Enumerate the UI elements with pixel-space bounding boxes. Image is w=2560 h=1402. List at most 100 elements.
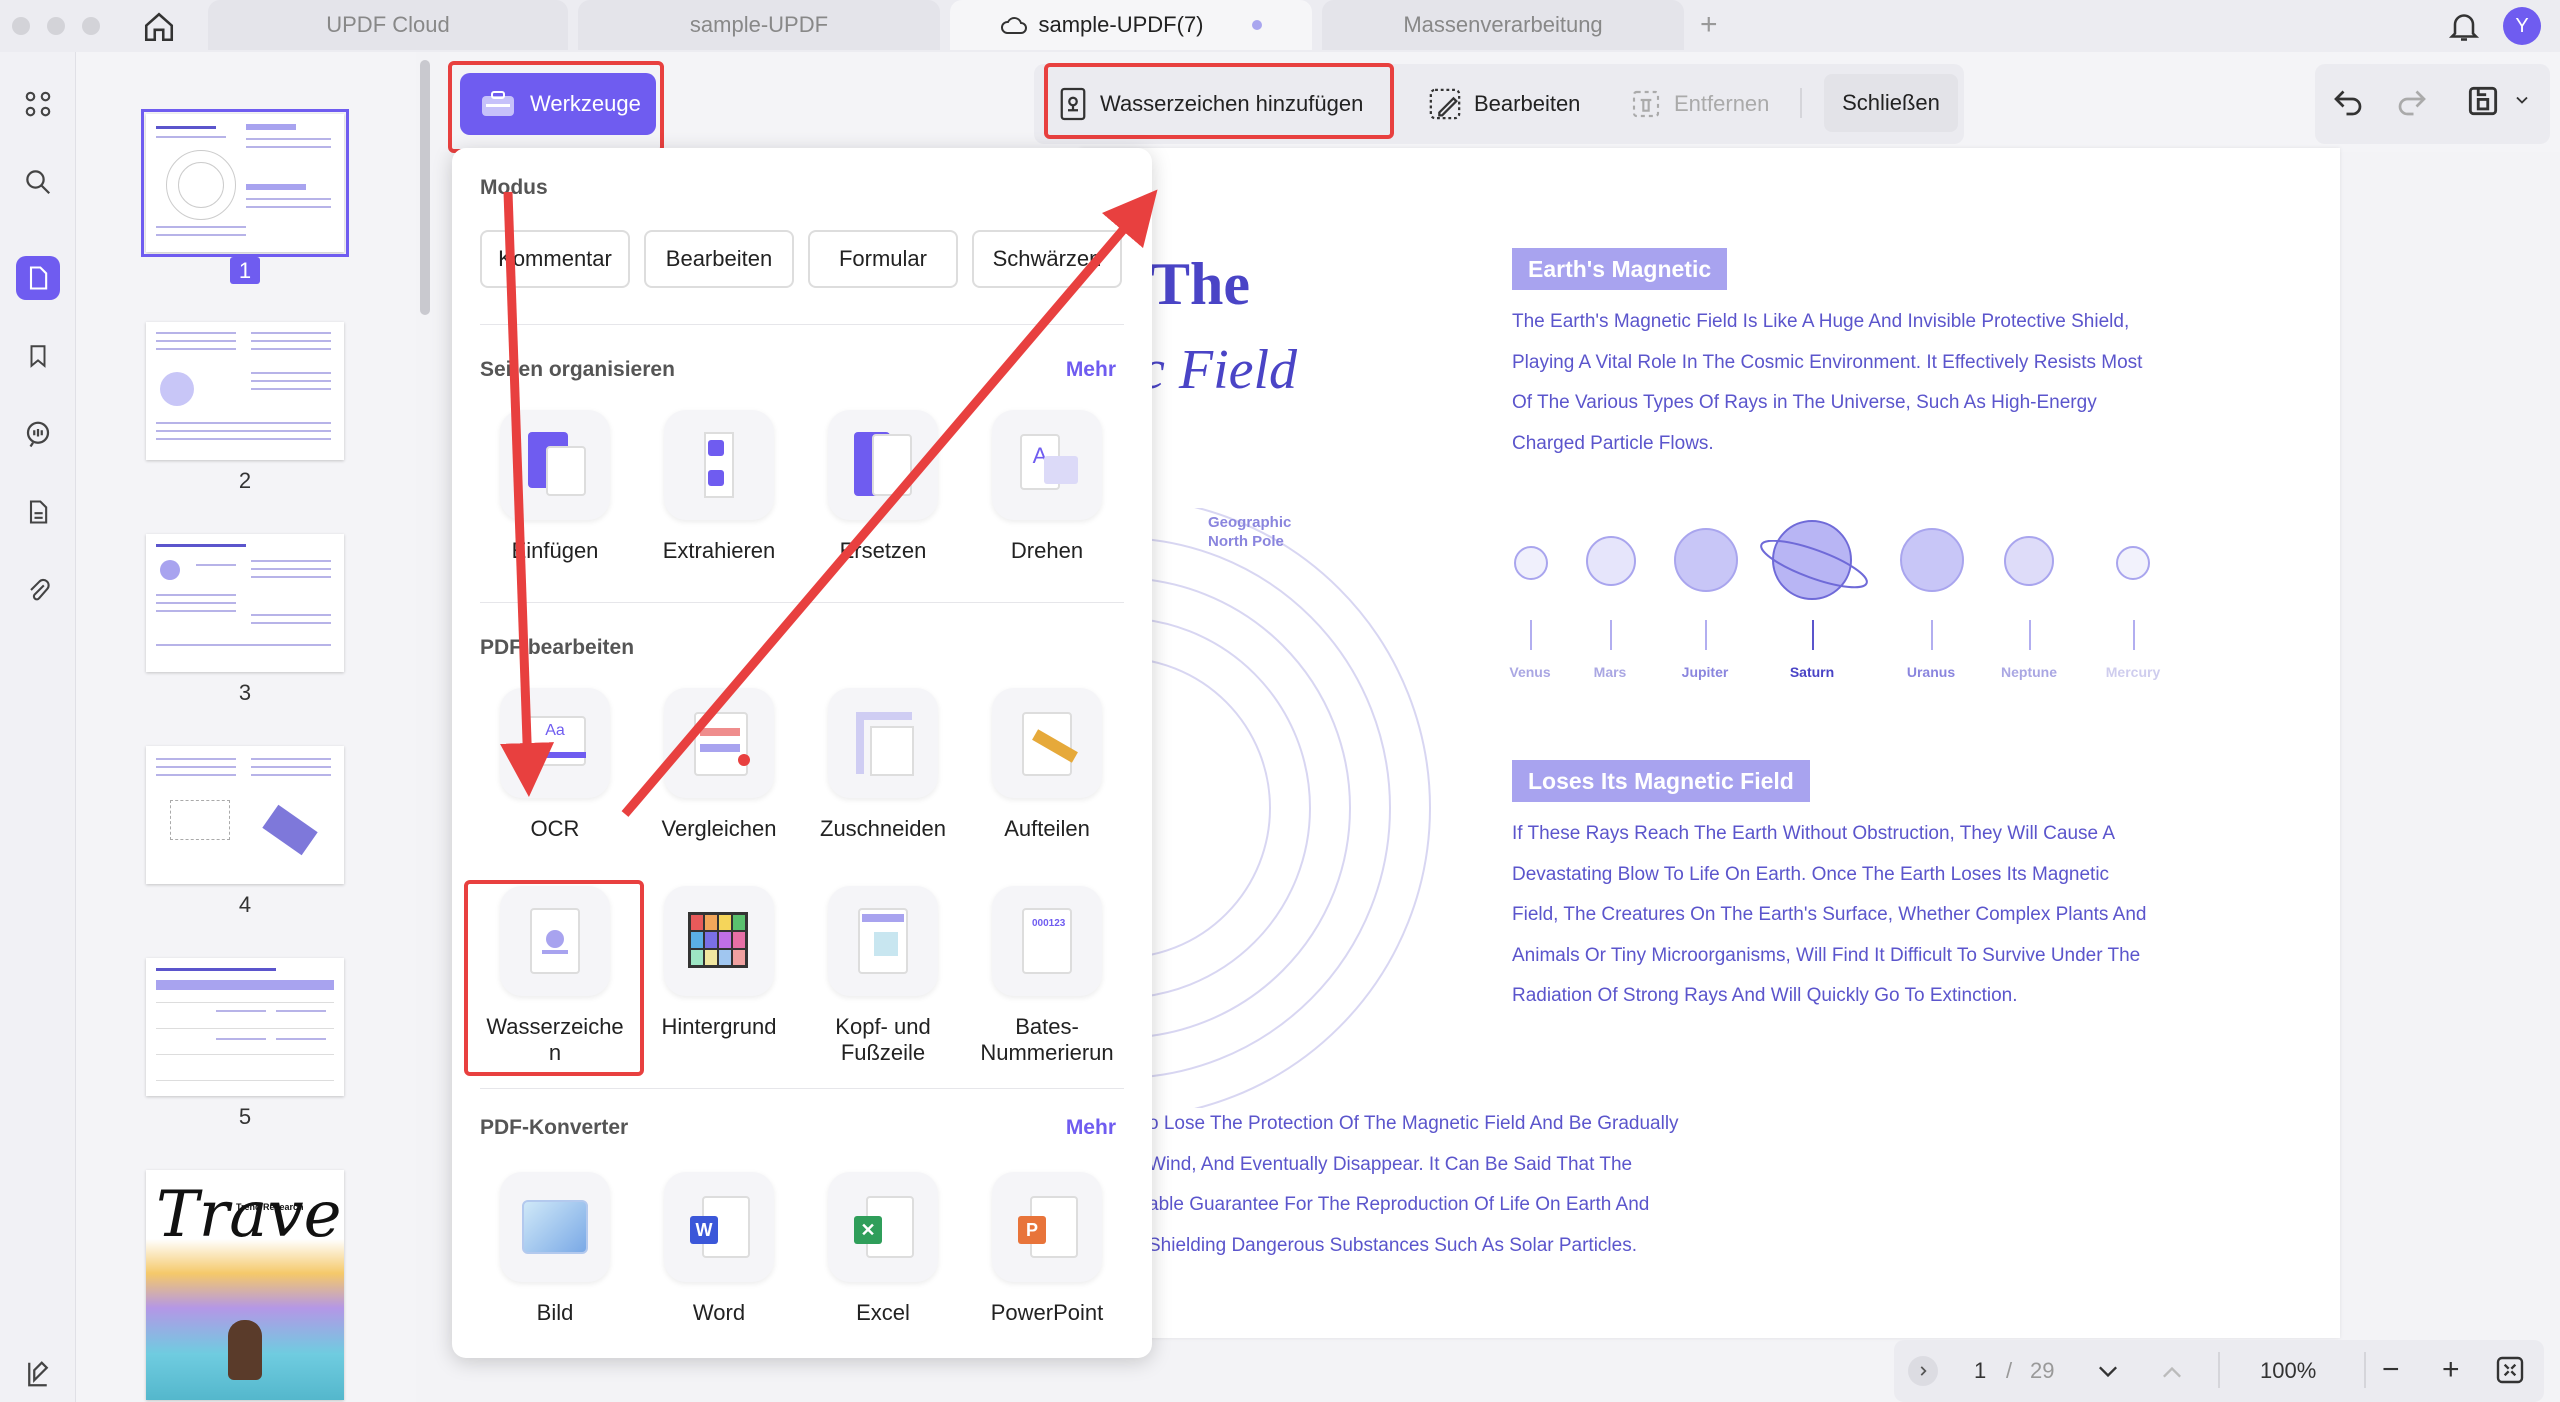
- avatar[interactable]: Y: [2503, 7, 2541, 45]
- title-bar: UPDF Cloud sample-UPDF sample-UPDF(7) Ma…: [0, 0, 2560, 52]
- zoom-out-icon[interactable]: −: [2382, 1355, 2400, 1385]
- search-icon[interactable]: [16, 160, 60, 204]
- remove-watermark-button[interactable]: Entfernen: [1630, 73, 1769, 135]
- page-separator: /: [2006, 1358, 2013, 1383]
- mode-button-formular[interactable]: Formular: [808, 230, 958, 288]
- tool-einfuegen[interactable]: Einfügen: [470, 410, 640, 564]
- tool-zuschneiden[interactable]: Zuschneiden: [798, 688, 968, 842]
- tool-drehen[interactable]: A Drehen: [962, 410, 1132, 564]
- planet-mercury: [2116, 546, 2150, 580]
- geographic-north-pole-label: Geographic North Pole: [1208, 514, 1292, 550]
- tab-sample-updf-7[interactable]: sample-UPDF(7): [950, 0, 1312, 50]
- excel-icon: ✕: [828, 1172, 938, 1282]
- bell-icon[interactable]: [2446, 8, 2482, 44]
- compare-icon: [664, 688, 774, 798]
- converter-more-link[interactable]: Mehr: [1066, 1116, 1116, 1140]
- add-tab-icon[interactable]: +: [1700, 8, 1718, 42]
- tool-label: Vergleichen: [661, 816, 777, 841]
- chevron-down-icon[interactable]: [2512, 90, 2532, 115]
- unsaved-dot-icon: [1251, 20, 1262, 30]
- organize-more-link[interactable]: Mehr: [1066, 358, 1116, 382]
- tool-hintergrund[interactable]: Hintergrund: [634, 886, 804, 1040]
- tool-word[interactable]: W Word: [634, 1172, 804, 1326]
- edit-watermark-button[interactable]: Bearbeiten: [1428, 73, 1580, 135]
- powerpoint-icon: P: [992, 1172, 1102, 1282]
- bookmark-icon[interactable]: [16, 334, 60, 378]
- page-number-1: 1: [146, 257, 344, 284]
- fit-page-icon[interactable]: [2494, 1354, 2526, 1391]
- layers-icon[interactable]: [16, 1352, 60, 1396]
- tool-bild[interactable]: Bild: [470, 1172, 640, 1326]
- pages-icon[interactable]: [16, 256, 60, 300]
- page-thumbnail-6[interactable]: Travel Trend Research: [146, 1170, 344, 1400]
- window-minimize-button[interactable]: [47, 17, 65, 35]
- expand-icon[interactable]: [1908, 1356, 1938, 1386]
- attachment-icon[interactable]: [16, 568, 60, 612]
- tab-label: UPDF Cloud: [326, 12, 450, 37]
- tool-label: Drehen: [1010, 538, 1084, 563]
- zoom-in-icon[interactable]: +: [2442, 1355, 2460, 1385]
- word-icon: W: [664, 1172, 774, 1282]
- close-watermark-button[interactable]: Schließen: [1824, 74, 1958, 132]
- section-title-converter: PDF-Konverter: [480, 1116, 629, 1139]
- mode-button-kommentar[interactable]: Kommentar: [480, 230, 630, 288]
- thumbnail-scrollbar[interactable]: [420, 60, 430, 315]
- planet-line: [1812, 620, 1814, 650]
- window-close-button[interactable]: [12, 17, 30, 35]
- page-navigation-bar: 1 / 29 100% − +: [1894, 1340, 2544, 1402]
- redo-icon[interactable]: [2394, 84, 2430, 125]
- undo-icon[interactable]: [2330, 84, 2366, 125]
- document-icon[interactable]: [16, 490, 60, 534]
- planet-line: [1610, 620, 1612, 650]
- section-title-modus: Modus: [480, 176, 548, 199]
- divider: [480, 602, 1124, 603]
- tool-bates-nummerierung[interactable]: 000123 Bates- Nummerierun: [962, 886, 1132, 1066]
- pdf-page[interactable]: The c Field Earth's Magnetic The Earth's…: [1080, 148, 2340, 1338]
- tool-ocr[interactable]: Aa OCR: [470, 688, 640, 842]
- tool-vergleichen[interactable]: Vergleichen: [634, 688, 804, 842]
- save-icon[interactable]: [2464, 82, 2502, 125]
- tab-updf-cloud[interactable]: UPDF Cloud: [208, 0, 568, 50]
- current-page-input[interactable]: 1: [1974, 1358, 1986, 1384]
- close-label: Schließen: [1842, 90, 1940, 115]
- doc-badge-loses-magnetic: Loses Its Magnetic Field: [1512, 760, 1810, 802]
- tool-ersetzen[interactable]: Ersetzen: [798, 410, 968, 564]
- page-thumbnail-2[interactable]: [146, 322, 344, 460]
- mode-button-bearbeiten[interactable]: Bearbeiten: [644, 230, 794, 288]
- tool-label: Ersetzen: [839, 538, 927, 563]
- section-title-organize: Seiten organisieren: [480, 358, 675, 381]
- page-thumbnail-1[interactable]: [141, 109, 349, 257]
- avatar-letter: Y: [2515, 14, 2529, 37]
- next-page-icon[interactable]: [2094, 1358, 2122, 1391]
- tool-kopf-und-fusszeile[interactable]: Kopf- und Fußzeile: [798, 886, 968, 1066]
- tab-massenverarbeitung[interactable]: Massenverarbeitung: [1322, 0, 1684, 50]
- page-thumbnail-3[interactable]: [146, 534, 344, 672]
- insert-page-icon: [500, 410, 610, 520]
- window-zoom-button[interactable]: [82, 17, 100, 35]
- page-number-2: 2: [238, 468, 252, 493]
- planet-label-mercury: Mercury: [2105, 664, 2161, 680]
- tool-aufteilen[interactable]: Aufteilen: [962, 688, 1132, 842]
- tool-label: Kopf- und Fußzeile: [835, 1014, 931, 1065]
- highlight-box-add-watermark: [1044, 63, 1394, 139]
- tab-sample-updf[interactable]: sample-UPDF: [578, 0, 940, 50]
- comment-icon[interactable]: [16, 412, 60, 456]
- home-icon[interactable]: [140, 8, 178, 46]
- tool-excel[interactable]: ✕ Excel: [798, 1172, 968, 1326]
- thumbnail-travel-text: Travel: [156, 1178, 344, 1252]
- doc-paragraph-1: The Earth's Magnetic Field Is Like A Hug…: [1512, 311, 2143, 454]
- extract-page-icon: [664, 410, 774, 520]
- zoom-level[interactable]: 100%: [2260, 1358, 2316, 1384]
- page-thumbnail-4[interactable]: [146, 746, 344, 884]
- tool-label: Aufteilen: [1004, 816, 1090, 841]
- remove-watermark-label: Entfernen: [1674, 91, 1770, 116]
- thumbnail-trend-text: Trend Research: [236, 1202, 304, 1212]
- tool-extrahieren[interactable]: Extrahieren: [634, 410, 804, 564]
- previous-page-icon[interactable]: [2158, 1358, 2186, 1391]
- planet-label-saturn: Saturn: [1789, 664, 1835, 680]
- tool-label: PowerPoint: [990, 1300, 1104, 1325]
- tool-powerpoint[interactable]: P PowerPoint: [962, 1172, 1132, 1326]
- grid-icon[interactable]: [16, 82, 60, 126]
- mode-button-schwaerzen[interactable]: Schwärzen: [972, 230, 1122, 288]
- page-thumbnail-5[interactable]: [146, 958, 344, 1096]
